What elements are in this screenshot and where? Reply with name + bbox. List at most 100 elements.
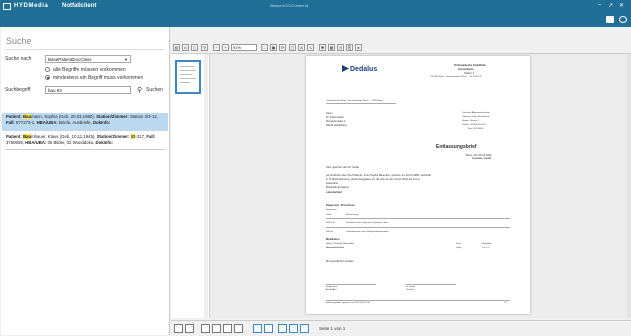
recipient-line: Herrn	[326, 112, 333, 115]
single-page-icon[interactable]	[174, 324, 183, 333]
fit-page-icon[interactable]: ▣	[270, 44, 277, 51]
sender-line: Orthopädische Klinik · Sonnenheimer Plat…	[326, 100, 384, 102]
list-item[interactable]: Patient: Baumhauer, Klaus (Geb. 10.11.19…	[2, 133, 168, 147]
search-button[interactable]: Suchen	[146, 87, 163, 93]
result-highlight: Bau	[22, 114, 32, 119]
grid-icon[interactable]	[253, 324, 262, 333]
zoom-in-icon[interactable]: +	[222, 44, 229, 51]
grid-icon[interactable]	[300, 324, 309, 333]
rotate-icon[interactable]: ⟳	[279, 44, 286, 51]
zoom-input[interactable]: 91%	[231, 44, 257, 51]
radio-one-label: mindestens ein Begriff muss vorkommen	[53, 75, 144, 81]
column-header: Bezeichnung	[346, 214, 359, 216]
layout-icon[interactable]	[212, 324, 221, 333]
redact-icon[interactable]: ●	[355, 44, 362, 51]
document-area: Dedalus Orthopädische Fachklinik Sonnenh…	[210, 54, 627, 318]
result-hba-label: HBA/UBA:	[25, 140, 48, 145]
print-icon[interactable]: ▤	[173, 44, 180, 51]
result-prefix: Patient:	[6, 134, 23, 139]
two-page-icon[interactable]	[185, 324, 194, 333]
app-name: HYDMedia	[14, 3, 49, 9]
table-cell: 10mg	[456, 247, 462, 249]
column-header: Häufigkeit	[482, 243, 492, 245]
search-input[interactable]: bau 83	[45, 86, 131, 94]
select-icon[interactable]: ▢	[289, 44, 296, 51]
signer: B. Agostina	[326, 286, 338, 288]
result-station-label: Station/Zimmer:	[96, 114, 130, 119]
result-station: Station 3/3-12,	[129, 114, 158, 119]
maximize-button[interactable]: ↗	[608, 2, 613, 9]
result-name: mann, Sophia (Geb. 20.03.1980),	[31, 114, 97, 119]
help-icon[interactable]	[619, 16, 627, 23]
layout-icon[interactable]	[234, 324, 243, 333]
page-footer-number: 1/1	[504, 302, 507, 304]
page-info: Seite 1 von 1	[319, 326, 346, 331]
clinic-name: Orthopädische Fachklinik	[454, 64, 486, 67]
recipient-line: 69120 Heidelberg	[326, 124, 347, 127]
grid-icon[interactable]	[264, 324, 273, 333]
contact-line: Fax: 0228-0000	[468, 128, 484, 130]
page-icon[interactable]: ▯	[191, 44, 198, 51]
term-label: Suchbegriff	[5, 87, 31, 93]
result-hba: 06 Bilder, 02 Wunddoku,	[47, 140, 96, 145]
contact-line: Telefon: 0228-00-00-001	[462, 124, 486, 126]
document-scrollbar[interactable]	[627, 54, 631, 318]
search-icon[interactable]: ⚲	[137, 86, 142, 94]
table-cell: Knieathrose als Folge einer Dysplasie, l…	[346, 222, 389, 224]
note-icon[interactable]: ▦	[328, 44, 335, 51]
thumb-scrollbar[interactable]	[204, 54, 208, 318]
text-icon[interactable]: A	[298, 44, 305, 51]
layout-icon[interactable]	[223, 324, 232, 333]
clinic-station: Station 3	[464, 72, 475, 75]
zoom-out-icon[interactable]: −	[213, 44, 220, 51]
column-header: Code	[326, 214, 332, 216]
page-thumbnail[interactable]	[175, 60, 201, 94]
result-dok-label: DokInfo:	[95, 140, 113, 145]
divider	[5, 149, 165, 150]
search-by-select[interactable]: BasePatientDocClass ▼	[45, 55, 131, 63]
divider	[326, 227, 510, 228]
section-heading: Medikation	[326, 238, 340, 241]
paragraph-line: wir berichten über Ihre Patientin, Frau …	[326, 174, 431, 177]
radio-one-term[interactable]	[45, 75, 50, 80]
result-hba: Briefe, Ausbriefe,	[59, 120, 93, 125]
arrow-icon[interactable]: ↘	[307, 44, 314, 51]
table-cell: Vorhandensein eines Hüftgelenkimplantate…	[346, 231, 389, 233]
paragraph-line: stationärer	[326, 182, 339, 185]
stamp-icon[interactable]: ✱	[319, 44, 326, 51]
column-header: Name / Wirkstoff (Wirkstoffe)	[326, 243, 354, 245]
copy-icon[interactable]: ⎘	[346, 44, 353, 51]
zoom-icon[interactable]: ⚲	[201, 44, 208, 51]
document-page: Dedalus Orthopädische Fachklinik Sonnenh…	[306, 56, 530, 314]
clinic-address: D-12345 Bonn · Sonnenheimer Platz 1 · Te…	[430, 76, 482, 78]
panel-title: Suche	[6, 36, 32, 46]
table-cell: Schmerzfrei forte	[326, 247, 344, 249]
layout-icon[interactable]	[201, 324, 210, 333]
top-toolbar	[0, 13, 631, 27]
signer-role: Ärztlin/Arzt	[326, 289, 337, 291]
fit-icon[interactable]: ▭	[182, 44, 189, 51]
radio-all-terms[interactable]	[45, 67, 50, 72]
signature-line	[406, 284, 456, 285]
clock-icon[interactable]: ◷	[337, 44, 344, 51]
result-prefix: Patient:	[6, 114, 23, 119]
grid-icon[interactable]	[278, 324, 287, 333]
fit-width-icon[interactable]: ↔	[261, 44, 268, 51]
grid-icon[interactable]	[289, 324, 298, 333]
viewer-statusbar: Seite 1 von 1	[171, 320, 631, 336]
search-by-value: BasePatientDocClass	[48, 57, 92, 62]
table-cell: 1-1-1-1	[482, 247, 490, 249]
recipient-line: Dr. Klaus Heller	[326, 116, 345, 119]
table-cell: Z89.54	[326, 231, 333, 233]
radio-all-label: alle Begriffe müssen vorkommen	[53, 67, 126, 73]
list-item[interactable]: Patient: Baumann, Sophia (Geb. 20.03.198…	[2, 113, 168, 131]
result-fall: 877273-1,	[16, 120, 37, 125]
divider	[5, 49, 165, 50]
contact-line: Oberarzt: Julian Reinsbaum	[462, 116, 490, 118]
section-heading: Diagnosen, Prozeduren	[326, 204, 355, 207]
minimize-button[interactable]: –	[598, 2, 601, 8]
close-button[interactable]: ✕	[619, 2, 624, 9]
signature-line	[326, 284, 376, 285]
mail-icon[interactable]	[606, 16, 614, 23]
result-fall-label: Fall:	[6, 120, 17, 125]
